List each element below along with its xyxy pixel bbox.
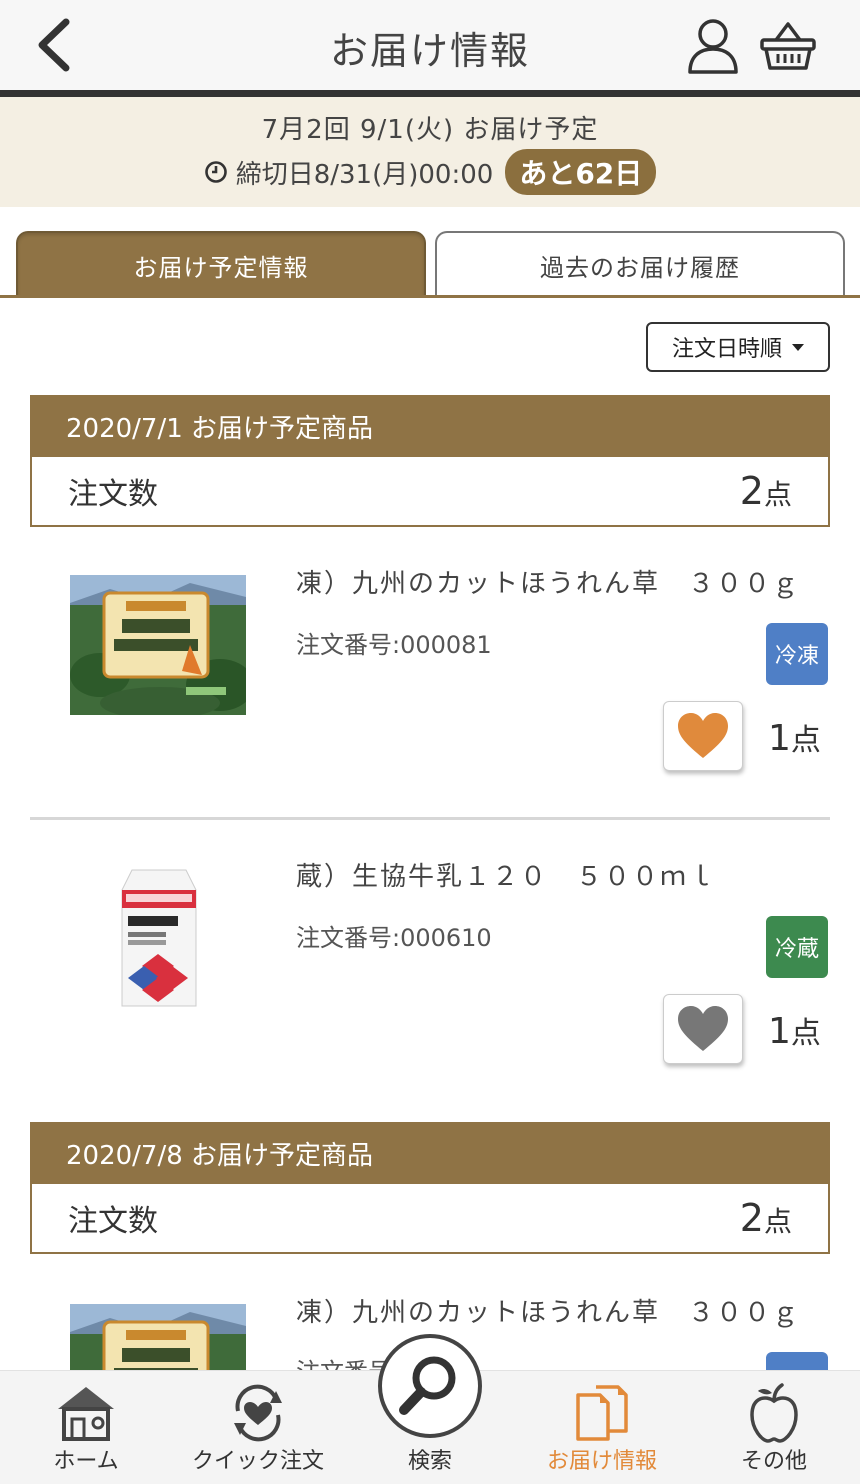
- tab-scheduled-delivery[interactable]: お届け予定情報: [16, 231, 426, 297]
- cart-button[interactable]: [758, 18, 818, 74]
- order-count-unit: 点: [763, 478, 792, 511]
- delivery-group: 2020/7/8 お届け予定商品 注文数 2点: [30, 1122, 830, 1254]
- product-name[interactable]: 凍）九州のカットほうれん草 ３００ｇ: [296, 563, 816, 600]
- delivery-info-icon: [576, 1385, 628, 1441]
- favorite-button[interactable]: [663, 994, 743, 1064]
- tab-bar: お届け予定情報 過去のお届け履歴: [0, 207, 860, 299]
- nav-delivery-info[interactable]: お届け情報: [516, 1371, 688, 1484]
- order-count-row: 注文数 2点: [30, 1184, 830, 1254]
- order-count-number: 2: [739, 1196, 764, 1240]
- product-name[interactable]: 凍）九州のカットほうれん草 ３００ｇ: [296, 1292, 816, 1329]
- tab-underline: [0, 295, 860, 298]
- item-quantity-number: 1: [768, 1011, 791, 1052]
- refrigerated-badge: 冷蔵: [766, 916, 828, 978]
- user-icon: [688, 19, 738, 74]
- app-header: お届け情報: [0, 0, 860, 92]
- delivery-group: 2020/7/1 お届け予定商品 注文数 2点: [30, 395, 830, 527]
- heart-icon: [678, 713, 728, 758]
- quick-order-icon: [234, 1384, 282, 1442]
- favorite-button[interactable]: [663, 701, 743, 771]
- item-quantity: 1点: [768, 1008, 821, 1052]
- group-date-label: 2020/7/1 お届け予定商品: [30, 395, 830, 457]
- deadline-row: 締切日8/31(月)00:00 あと62日: [0, 149, 860, 195]
- product-image-milk: [121, 869, 197, 1007]
- basket-icon: [760, 22, 816, 70]
- sort-dropdown[interactable]: 注文日時順: [646, 322, 830, 372]
- order-item[interactable]: 蔵）生協牛乳１２０ ５００ｍｌ 注文番号:000610 冷蔵 1点: [30, 820, 830, 1110]
- order-count-label: 注文数: [68, 1204, 158, 1239]
- search-icon: [399, 1356, 456, 1415]
- clock-icon: [204, 161, 227, 183]
- nav-other-label: その他: [740, 1449, 807, 1474]
- order-count-value: 2点: [740, 469, 792, 513]
- order-count-row: 注文数 2点: [30, 457, 830, 527]
- item-quantity-unit: 点: [790, 1016, 821, 1051]
- nav-delivery-info-label: お届け情報: [546, 1449, 657, 1474]
- nav-home[interactable]: ホーム: [0, 1371, 172, 1484]
- product-image-spinach: [70, 575, 246, 715]
- order-count-number: 2: [739, 469, 764, 513]
- nav-home-label: ホーム: [53, 1449, 119, 1474]
- nav-quick-order-label: クイック注文: [191, 1449, 324, 1474]
- item-quantity-number: 1: [768, 718, 791, 759]
- order-count-unit: 点: [763, 1205, 792, 1238]
- item-quantity-unit: 点: [790, 723, 821, 758]
- search-fab-button[interactable]: [378, 1334, 482, 1438]
- sort-label: 注文日時順: [671, 337, 782, 362]
- account-button[interactable]: [686, 16, 740, 76]
- product-image-spinach: [70, 1304, 246, 1370]
- tab-past-delivery-history[interactable]: 過去のお届け履歴: [435, 231, 845, 297]
- deadline-text: 締切日8/31(月)00:00: [235, 159, 494, 190]
- delivery-schedule-banner: 7月2回 9/1(火) お届け予定 締切日8/31(月)00:00 あと62日: [0, 97, 860, 207]
- caret-down-icon: [792, 343, 804, 351]
- delivery-schedule-text: 7月2回 9/1(火) お届け予定: [261, 115, 599, 145]
- nav-other[interactable]: その他: [688, 1371, 860, 1484]
- item-quantity: 1点: [768, 715, 821, 759]
- order-item[interactable]: 凍）九州のカットほうれん草 ３００ｇ 注文番号:000081 冷凍 1点: [30, 527, 830, 817]
- home-icon: [58, 1387, 114, 1441]
- nav-quick-order[interactable]: クイック注文: [172, 1371, 344, 1484]
- group-date-label: 2020/7/8 お届け予定商品: [30, 1122, 830, 1184]
- order-number: 注文番号:000081: [296, 631, 492, 659]
- product-name[interactable]: 蔵）生協牛乳１２０ ５００ｍｌ: [296, 856, 816, 893]
- order-number: 注文番号:000610: [296, 924, 492, 952]
- heart-icon: [678, 1006, 728, 1051]
- header-divider: [0, 90, 860, 97]
- order-count-value: 2点: [740, 1196, 792, 1240]
- nav-search-label: 検索: [407, 1449, 452, 1474]
- apple-icon: [750, 1383, 798, 1443]
- order-count-label: 注文数: [68, 477, 158, 512]
- remaining-days-badge: あと62日: [505, 149, 657, 195]
- frozen-badge: 冷凍: [766, 1352, 828, 1370]
- frozen-badge: 冷凍: [766, 623, 828, 685]
